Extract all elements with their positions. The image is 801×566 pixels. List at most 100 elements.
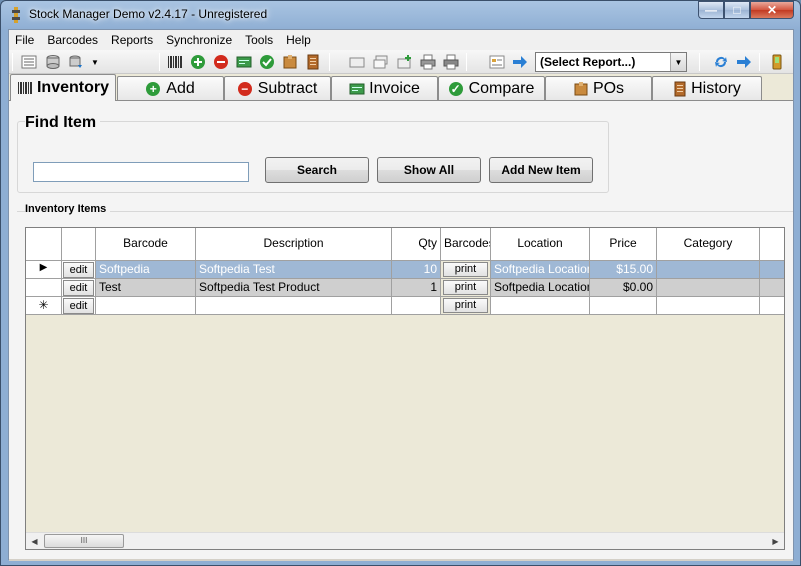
device-icon[interactable]	[769, 54, 785, 70]
barcode-cell[interactable]	[96, 297, 196, 315]
tab-label: History	[691, 79, 741, 97]
tab-subtract[interactable]: − Subtract	[224, 76, 331, 100]
print-button[interactable]: print	[443, 262, 488, 277]
close-button[interactable]: ✕	[750, 1, 794, 19]
forward-arrow-icon[interactable]	[736, 54, 752, 70]
menu-help[interactable]: Help	[280, 30, 318, 50]
scroll-left-icon[interactable]: ◀	[26, 533, 43, 549]
menu-file[interactable]: File	[9, 30, 41, 50]
category-cell[interactable]	[657, 297, 760, 315]
menu-synchronize[interactable]: Synchronize	[160, 30, 239, 50]
search-input[interactable]	[33, 162, 249, 182]
tab-add[interactable]: + Add	[117, 76, 224, 100]
invoice-icon[interactable]	[236, 54, 252, 70]
edit-button[interactable]: edit	[63, 298, 94, 314]
tab-compare[interactable]: ✓ Compare	[438, 76, 545, 100]
menu-tools[interactable]: Tools	[239, 30, 280, 50]
find-item-title: Find Item	[25, 114, 101, 132]
price-cell[interactable]: $15.00	[590, 261, 657, 279]
database-export-icon[interactable]	[68, 54, 84, 70]
column-header-price[interactable]: Price	[590, 228, 657, 261]
qty-cell[interactable]: 1	[392, 279, 441, 297]
edit-button[interactable]: edit	[63, 262, 94, 278]
column-header-location[interactable]: Location	[491, 228, 590, 261]
status-bar	[9, 559, 793, 561]
menu-reports[interactable]: Reports	[105, 30, 160, 50]
add-new-item-button[interactable]: Add New Item	[489, 157, 593, 183]
price-cell[interactable]: $0.00	[590, 279, 657, 297]
grid-header-row: Barcode Description Qty Barcodes Locatio…	[26, 228, 784, 261]
history-icon[interactable]	[305, 54, 321, 70]
edit-button[interactable]: edit	[63, 280, 94, 296]
column-header-category[interactable]: Category	[657, 228, 760, 261]
tab-inventory[interactable]: Inventory	[10, 74, 116, 101]
filler-cell	[760, 261, 784, 279]
scroll-right-icon[interactable]: ▶	[767, 533, 784, 549]
print-button[interactable]: print	[443, 280, 488, 295]
barcode-cell[interactable]: Softpedia	[96, 261, 196, 279]
print-button[interactable]: print	[443, 298, 488, 313]
barcode-icon[interactable]	[167, 54, 183, 70]
inventory-grid[interactable]: Barcode Description Qty Barcodes Locatio…	[25, 227, 785, 550]
row-header-cell	[26, 279, 62, 297]
database-icon[interactable]	[45, 54, 61, 70]
table-row[interactable]: ▶ edit Softpedia Softpedia Test 10 print…	[26, 261, 784, 279]
scrollbar-thumb[interactable]: III	[44, 534, 124, 548]
column-header-barcode[interactable]: Barcode	[96, 228, 196, 261]
dropdown-arrow-icon[interactable]: ▼	[87, 54, 103, 70]
report-select[interactable]: (Select Report...) ▼	[535, 52, 687, 72]
show-all-button[interactable]: Show All	[377, 157, 481, 183]
title-bar: Stock Manager Demo v2.4.17 - Unregistere…	[1, 1, 800, 29]
maximize-button[interactable]: □	[724, 1, 750, 19]
label-icon[interactable]	[349, 54, 365, 70]
purchase-order-icon[interactable]	[282, 54, 298, 70]
tab-label: Subtract	[257, 79, 318, 97]
sync-icon[interactable]	[713, 54, 729, 70]
print-all-icon[interactable]	[443, 54, 459, 70]
tab-history[interactable]: History	[652, 76, 762, 100]
barcode-cell[interactable]: Test	[96, 279, 196, 297]
qty-cell[interactable]: 10	[392, 261, 441, 279]
tab-invoice[interactable]: Invoice	[331, 76, 438, 100]
app-logo-icon	[12, 7, 20, 23]
row-current-indicator-icon: ▶	[26, 261, 62, 279]
edit-cell: edit	[62, 261, 96, 279]
compare-icon[interactable]	[259, 54, 275, 70]
column-header-description[interactable]: Description	[196, 228, 392, 261]
search-button[interactable]: Search	[265, 157, 369, 183]
menu-barcodes[interactable]: Barcodes	[41, 30, 105, 50]
app-window: Stock Manager Demo v2.4.17 - Unregistere…	[0, 0, 801, 566]
new-row[interactable]: ✳ edit print	[26, 297, 784, 315]
minimize-button[interactable]: —	[698, 1, 724, 19]
tab-label: Inventory	[36, 79, 109, 96]
new-label-icon[interactable]	[397, 54, 413, 70]
print-icon[interactable]	[420, 54, 436, 70]
price-cell[interactable]	[590, 297, 657, 315]
filler-cell	[760, 279, 784, 297]
list-icon[interactable]	[21, 54, 37, 70]
description-cell[interactable]: Softpedia Test	[196, 261, 392, 279]
column-header-barcodes[interactable]: Barcodes	[441, 228, 491, 261]
horizontal-scrollbar[interactable]: ◀ III ▶	[26, 532, 784, 549]
tab-label: POs	[592, 79, 625, 97]
tab-pos[interactable]: POs	[545, 76, 652, 100]
labels-icon[interactable]	[373, 54, 389, 70]
run-report-arrow-icon[interactable]	[512, 54, 528, 70]
description-cell[interactable]: Softpedia Test Product	[196, 279, 392, 297]
edit-cell: edit	[62, 279, 96, 297]
subtract-icon[interactable]	[213, 54, 229, 70]
description-cell[interactable]	[196, 297, 392, 315]
column-header-selector	[26, 228, 62, 261]
history-icon	[674, 81, 686, 96]
location-cell[interactable]: Softpedia Location	[491, 261, 590, 279]
location-cell[interactable]: Softpedia Location	[491, 279, 590, 297]
report-icon[interactable]	[489, 54, 505, 70]
location-cell[interactable]	[491, 297, 590, 315]
add-icon: +	[146, 81, 161, 96]
column-header-qty[interactable]: Qty	[392, 228, 441, 261]
category-cell[interactable]	[657, 279, 760, 297]
category-cell[interactable]	[657, 261, 760, 279]
table-row[interactable]: edit Test Softpedia Test Product 1 print…	[26, 279, 784, 297]
add-icon[interactable]	[190, 54, 206, 70]
qty-cell[interactable]	[392, 297, 441, 315]
